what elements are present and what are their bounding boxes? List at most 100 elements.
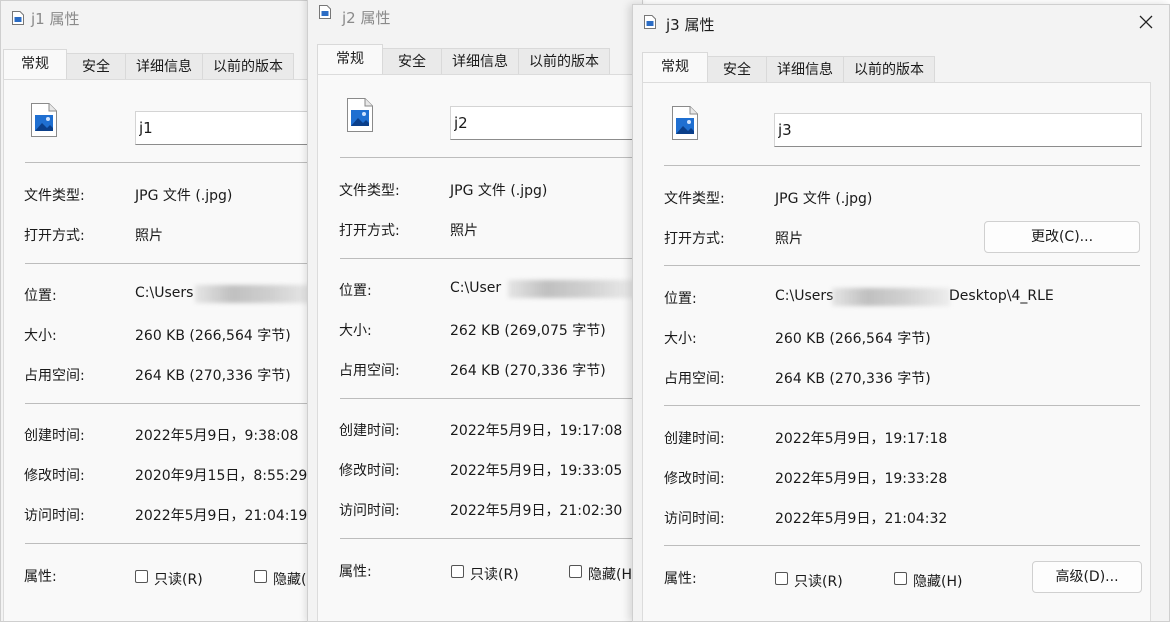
separator [340,157,642,158]
file-type-value: JPG 文件 (.jpg) [135,188,233,204]
location-value: C:\Users [135,285,194,301]
accessed-value: 2022年5月9日，21:04:19 [135,508,308,524]
attributes-label: 属性: [24,569,57,585]
file-type-value: JPG 文件 (.jpg) [775,191,873,207]
location-tail-value: Desktop\4_RLE [949,288,1054,304]
image-file-icon [319,5,331,19]
open-with-value: 照片 [450,223,478,239]
hidden-label[interactable]: 隐藏(H) [913,571,962,591]
properties-window-j3: j3 属性 常规 安全 详细信息 以前的版本 文件类型: JPG 文件 (.jp… [632,4,1170,622]
title-bar[interactable]: j1 属性 [1,1,317,35]
created-value: 2022年5月9日，19:17:08 [450,423,623,439]
separator [664,265,1140,266]
tab-security[interactable]: 安全 [382,48,442,74]
size-on-disk-label: 占用空间: [664,371,725,387]
readonly-label[interactable]: 只读(R) [794,571,843,591]
hidden-checkbox[interactable] [254,570,267,583]
hidden-checkbox[interactable] [569,565,582,578]
jpg-file-icon [672,106,698,140]
file-type-label: 文件类型: [24,188,85,204]
tab-previous-versions[interactable]: 以前的版本 [518,48,610,74]
size-value: 260 KB (266,564 字节) [135,328,291,344]
separator [664,545,1140,546]
tab-details[interactable]: 详细信息 [441,48,519,74]
open-with-label: 打开方式: [664,231,725,247]
tab-previous-versions[interactable]: 以前的版本 [843,56,935,82]
tab-details[interactable]: 详细信息 [766,56,844,82]
accessed-label: 访问时间: [24,508,85,524]
location-value: C:\Users [775,288,834,304]
location-label: 位置: [339,283,372,299]
created-label: 创建时间: [664,431,725,447]
file-name-input[interactable] [774,113,1142,147]
attributes-label: 属性: [339,564,372,580]
file-type-label: 文件类型: [664,191,725,207]
accessed-label: 访问时间: [339,503,400,519]
readonly-checkbox[interactable] [775,572,788,585]
created-value: 2022年5月9日，9:38:08 [135,428,299,444]
file-type-label: 文件类型: [339,183,400,199]
tab-security[interactable]: 安全 [66,53,126,79]
redacted-path [832,288,950,306]
size-value: 260 KB (266,564 字节) [775,331,931,347]
open-with-value: 照片 [775,231,803,247]
modified-label: 修改时间: [339,463,400,479]
accessed-value: 2022年5月9日，21:02:30 [450,503,623,519]
title-bar[interactable]: j2 属性 [308,0,642,29]
redacted-path [195,285,317,303]
open-with-label: 打开方式: [24,228,85,244]
tab-general[interactable]: 常规 [317,44,383,74]
size-on-disk-label: 占用空间: [24,368,85,384]
jpg-file-icon [31,103,57,137]
change-button[interactable]: 更改(C)... [984,221,1140,253]
tab-general[interactable]: 常规 [3,49,67,79]
window-title: j1 属性 [31,10,80,28]
file-name-input[interactable] [135,111,317,145]
size-on-disk-value: 264 KB (270,336 字节) [135,368,291,384]
separator [25,403,317,404]
readonly-checkbox[interactable] [451,565,464,578]
modified-value: 2020年9月15日，8:55:29 [135,468,308,484]
title-bar[interactable]: j3 属性 [633,5,1169,39]
image-file-icon [12,11,24,25]
modified-label: 修改时间: [24,468,85,484]
modified-value: 2022年5月9日，19:33:28 [775,471,948,487]
hidden-checkbox[interactable] [894,572,907,585]
modified-label: 修改时间: [664,471,725,487]
attributes-label: 属性: [664,571,697,587]
size-label: 大小: [664,331,697,347]
file-name-input[interactable] [450,106,642,140]
jpg-file-icon [347,98,373,132]
advanced-button[interactable]: 高级(D)... [1032,561,1142,593]
general-panel [642,82,1151,621]
redacted-path [508,280,638,298]
readonly-label[interactable]: 只读(R) [154,569,203,589]
close-icon [1139,15,1153,29]
tab-general[interactable]: 常规 [642,52,708,82]
properties-window-j2: j2 属性 常规 安全 详细信息 以前的版本 文件类型: JPG 文件 (.jp… [307,0,643,622]
size-on-disk-value: 264 KB (270,336 字节) [450,363,606,379]
modified-value: 2022年5月9日，19:33:05 [450,463,623,479]
open-with-value: 照片 [135,228,163,244]
separator [25,263,317,264]
window-title: j2 属性 [342,9,391,27]
size-value: 262 KB (269,075 字节) [450,323,606,339]
close-button[interactable] [1135,11,1157,33]
hidden-label[interactable]: 隐藏( [273,569,306,589]
accessed-label: 访问时间: [664,511,725,527]
size-label: 大小: [339,323,372,339]
hidden-label[interactable]: 隐藏(H [588,564,632,584]
tab-details[interactable]: 详细信息 [125,53,203,79]
separator [664,165,1140,166]
file-type-value: JPG 文件 (.jpg) [450,183,548,199]
separator [340,258,642,259]
image-file-icon [644,15,656,29]
tab-previous-versions[interactable]: 以前的版本 [202,53,294,79]
separator [25,162,317,163]
tab-security[interactable]: 安全 [707,56,767,82]
location-label: 位置: [24,288,57,304]
readonly-checkbox[interactable] [135,570,148,583]
readonly-label[interactable]: 只读(R) [470,564,519,584]
separator [340,538,642,539]
location-label: 位置: [664,291,697,307]
